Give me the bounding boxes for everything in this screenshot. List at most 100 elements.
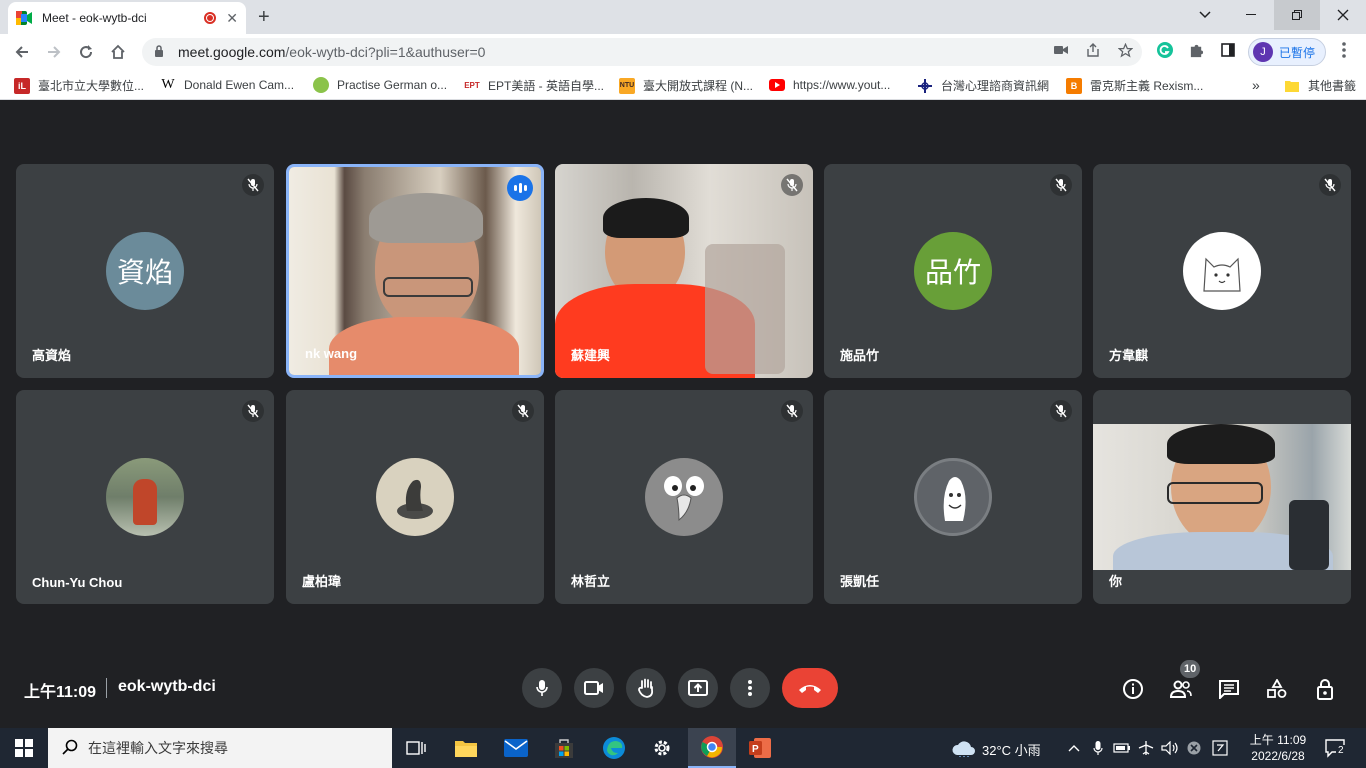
- leaf-icon: [313, 77, 329, 93]
- self-video: [1093, 424, 1351, 570]
- participant-tile[interactable]: 盧柏瑋: [286, 390, 544, 604]
- bookmark-item[interactable]: iL 臺北市立大學數位...: [14, 77, 144, 94]
- edge-icon[interactable]: [600, 734, 628, 762]
- end-call-button[interactable]: [782, 668, 838, 708]
- browser-toolbar: meet.google.com/eok-wytb-dci?pli=1&authu…: [0, 34, 1366, 70]
- mic-off-icon: [1319, 174, 1341, 196]
- bookmark-item[interactable]: https://www.yout...: [769, 77, 890, 93]
- chrome-taskbar-icon[interactable]: [688, 728, 736, 768]
- bookmark-label: Practise German o...: [337, 78, 448, 92]
- people-icon[interactable]: [1168, 676, 1194, 702]
- more-options-button[interactable]: [730, 668, 770, 708]
- network-disconnected-icon[interactable]: [1180, 734, 1208, 762]
- participant-tile[interactable]: 品竹 施品竹: [824, 164, 1082, 378]
- bookmark-label: 雷克斯主義 Rexism...: [1090, 79, 1204, 93]
- bookmark-item[interactable]: 台灣心理諮商資訊網: [917, 77, 1049, 94]
- settings-gear-icon[interactable]: [648, 734, 676, 762]
- youtube-icon: [769, 77, 785, 93]
- taskbar-time[interactable]: 上午 11:09: [1246, 731, 1310, 748]
- bookmarks-bar: iL 臺北市立大學數位... W Donald Ewen Cam... Prac…: [0, 70, 1366, 100]
- mic-off-icon: [1050, 400, 1072, 422]
- tab-title: Meet - eok-wytb-dci: [42, 11, 147, 25]
- windows-taskbar: 在這裡輸入文字來搜尋 P 32°C 小雨 上午 11:09 2022/6/28 …: [0, 728, 1366, 768]
- participant-name: 施品竹: [840, 348, 880, 363]
- participant-name: 蘇建興: [571, 348, 611, 363]
- address-bar[interactable]: meet.google.com/eok-wytb-dci?pli=1&authu…: [142, 38, 1142, 66]
- new-tab-button[interactable]: +: [258, 6, 270, 29]
- bookmark-item[interactable]: Practise German o...: [313, 77, 447, 93]
- profile-button[interactable]: J 已暫停: [1248, 38, 1326, 66]
- present-screen-button[interactable]: [678, 668, 718, 708]
- participant-tile[interactable]: Chun-Yu Chou: [16, 390, 274, 604]
- notification-count-badge: 2: [1336, 745, 1346, 756]
- close-window-button[interactable]: [1320, 0, 1366, 30]
- participant-video: [289, 167, 541, 375]
- weather-text[interactable]: 32°C 小雨: [982, 740, 1041, 759]
- bookmarks-more-button[interactable]: »: [1252, 77, 1260, 93]
- bookmark-item[interactable]: EPT EPT美語 - 英語自學...: [464, 77, 604, 94]
- tab-close-icon[interactable]: ✕: [226, 10, 238, 27]
- svg-text:P: P: [752, 744, 759, 755]
- bookmark-star-icon[interactable]: [1117, 42, 1134, 61]
- ept-logo-icon: EPT: [464, 81, 480, 90]
- camera-button[interactable]: [574, 668, 614, 708]
- taskbar-date[interactable]: 2022/6/28: [1246, 749, 1310, 763]
- participant-name: Chun-Yu Chou: [32, 575, 123, 590]
- participant-name: nk wang: [305, 346, 358, 361]
- meeting-code: eok-wytb-dci: [118, 678, 216, 695]
- windows-start-icon[interactable]: [10, 734, 38, 762]
- other-bookmarks-folder[interactable]: 其他書籤: [1284, 77, 1356, 94]
- bookmark-item[interactable]: NTU 臺大開放式課程 (N...: [619, 77, 753, 94]
- mic-off-icon: [781, 400, 803, 422]
- mic-off-icon: [781, 174, 803, 196]
- taskbar-search-box[interactable]: 在這裡輸入文字來搜尋: [48, 728, 392, 768]
- participant-tile[interactable]: 蘇建興: [555, 164, 813, 378]
- bookmark-item[interactable]: B 雷克斯主義 Rexism...: [1066, 77, 1203, 94]
- side-panel-icon[interactable]: [1221, 43, 1235, 60]
- seal-avatar: [376, 458, 454, 536]
- grammarly-extension-icon[interactable]: [1157, 42, 1173, 61]
- cat-avatar: [1183, 232, 1261, 310]
- host-controls-lock-icon[interactable]: [1312, 676, 1338, 702]
- task-view-icon[interactable]: [402, 734, 430, 762]
- store-icon[interactable]: [550, 734, 578, 762]
- share-icon[interactable]: [1086, 43, 1100, 60]
- participant-tile[interactable]: 資焰 高資焰: [16, 164, 274, 378]
- chrome-menu-icon[interactable]: [1342, 42, 1346, 61]
- raise-hand-button[interactable]: [626, 668, 666, 708]
- bird-avatar: [645, 458, 723, 536]
- bookmark-item[interactable]: W Donald Ewen Cam...: [160, 77, 294, 93]
- browser-tab-meet[interactable]: Meet - eok-wytb-dci ✕: [8, 2, 246, 34]
- home-button[interactable]: [106, 40, 130, 64]
- participant-tile[interactable]: 張凱任: [824, 390, 1082, 604]
- activities-icon[interactable]: [1264, 676, 1290, 702]
- participant-tile[interactable]: 方韋麒: [1093, 164, 1351, 378]
- camera-in-use-icon[interactable]: [1054, 43, 1068, 59]
- participant-name: 張凱任: [840, 574, 880, 589]
- file-explorer-icon[interactable]: [452, 734, 480, 762]
- participant-tile[interactable]: nk wang: [286, 164, 544, 378]
- extensions-puzzle-icon[interactable]: [1189, 43, 1204, 61]
- tab-search-icon[interactable]: [1182, 0, 1228, 30]
- participant-name: 高資焰: [32, 348, 72, 363]
- meeting-details-info-icon[interactable]: [1120, 676, 1146, 702]
- bookmark-label: https://www.yout...: [793, 78, 891, 92]
- restore-button[interactable]: [1274, 0, 1320, 30]
- chat-icon[interactable]: [1216, 676, 1242, 702]
- photo-avatar: [106, 458, 184, 536]
- minimize-button[interactable]: [1228, 0, 1274, 30]
- url-path: /eok-wytb-dci?pli=1&authuser=0: [285, 44, 486, 60]
- forward-button[interactable]: [42, 40, 66, 64]
- back-button[interactable]: [10, 40, 34, 64]
- reload-button[interactable]: [74, 40, 98, 64]
- microphone-button[interactable]: [522, 668, 562, 708]
- mail-icon[interactable]: [502, 734, 530, 762]
- self-tile[interactable]: 你: [1093, 390, 1351, 604]
- meeting-clock: 上午11:09: [24, 684, 97, 701]
- blogger-icon: B: [1066, 77, 1082, 94]
- participant-name: 你: [1109, 574, 1123, 589]
- powerpoint-icon[interactable]: P: [746, 734, 774, 762]
- input-method-icon[interactable]: [1206, 734, 1234, 762]
- weather-cloud-icon[interactable]: [950, 734, 978, 762]
- participant-tile[interactable]: 林哲立: [555, 390, 813, 604]
